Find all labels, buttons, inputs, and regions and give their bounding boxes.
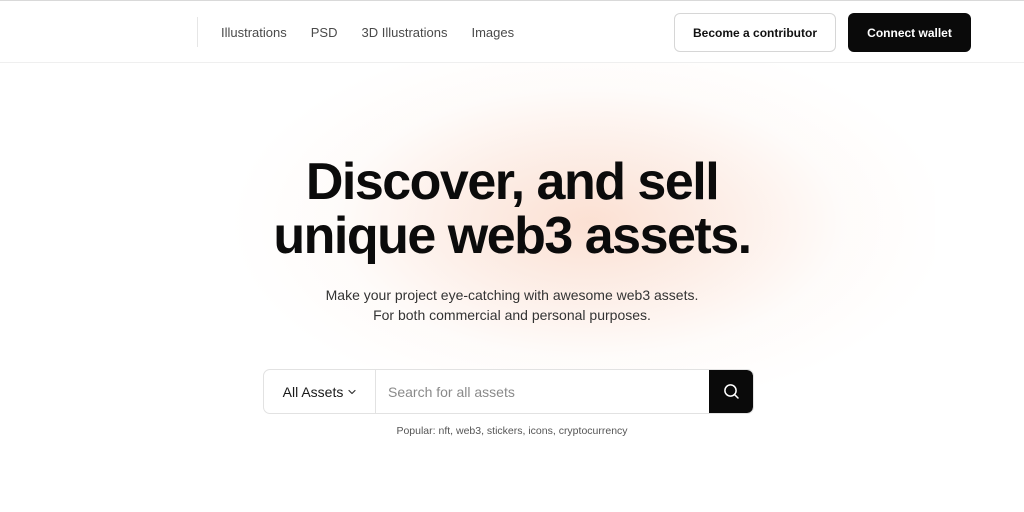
hero-subtitle: Make your project eye-catching with awes… [0, 285, 1024, 325]
hero-title-line-2: unique web3 assets. [273, 207, 752, 265]
main-nav: Illustrations PSD 3D Illustrations Image… [221, 1, 514, 63]
hero-title-line-1: Discover, and sell [305, 153, 720, 211]
popular-searches: Popular: nft, web3, stickers, icons, cry… [396, 425, 628, 437]
hero-subtitle-line-1: Make your project eye-catching with awes… [325, 287, 699, 303]
hero-title: Discover, and sell unique web3 assets. [0, 155, 1024, 263]
nav-item-images[interactable]: Images [471, 25, 514, 40]
nav-item-psd[interactable]: PSD [311, 25, 338, 40]
category-select-label: All Assets [282, 383, 344, 400]
chevron-down-icon [348, 389, 356, 395]
category-select[interactable]: All Assets [264, 370, 376, 413]
hero-subtitle-line-2: For both commercial and personal purpose… [373, 307, 651, 323]
nav-item-illustrations[interactable]: Illustrations [221, 25, 287, 40]
search-button[interactable] [709, 370, 753, 413]
become-contributor-button[interactable]: Become a contributor [674, 13, 836, 52]
search-input[interactable] [376, 370, 709, 413]
search-bar: All Assets [263, 369, 754, 414]
top-header: Illustrations PSD 3D Illustrations Image… [0, 0, 1024, 63]
landing-page: Illustrations PSD 3D Illustrations Image… [0, 0, 1024, 512]
search-icon [723, 384, 739, 399]
connect-wallet-button[interactable]: Connect wallet [848, 13, 971, 52]
header-divider [197, 17, 198, 47]
nav-item-3d-illustrations[interactable]: 3D Illustrations [361, 25, 447, 40]
